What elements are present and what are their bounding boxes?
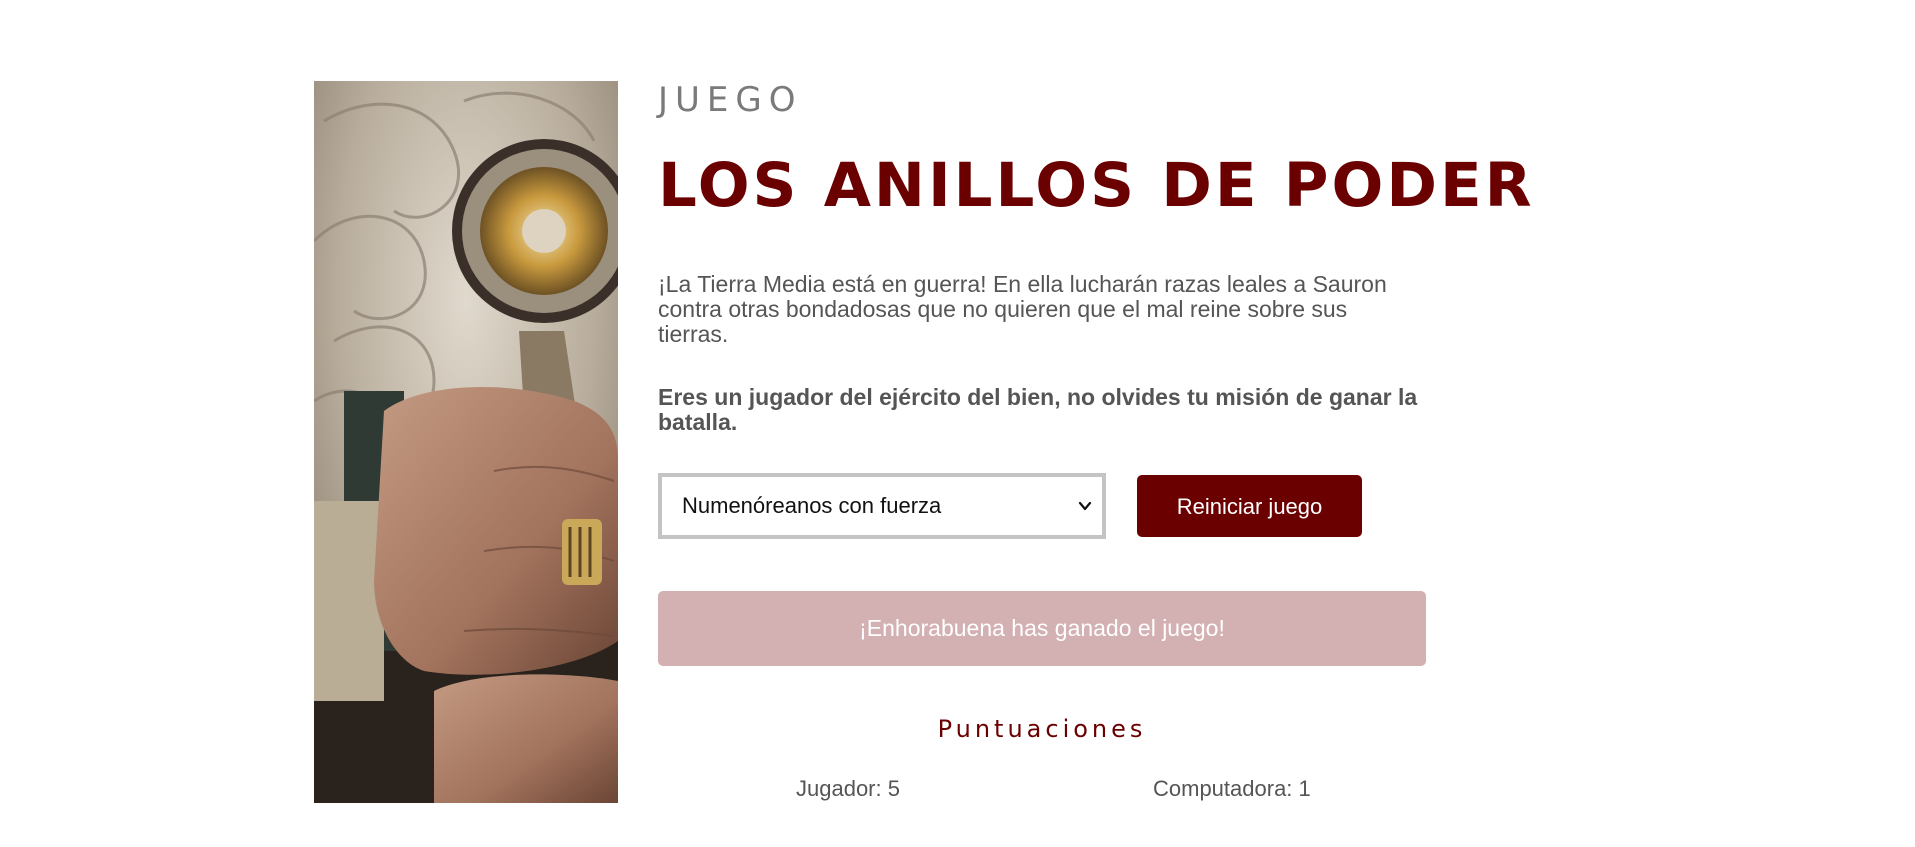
intro-text: ¡La Tierra Media está en guerra! En ella… (658, 271, 1387, 347)
hero-image (314, 81, 618, 803)
main-content: JUEGO LOS ANILLOS DE PODER ¡La Tierra Me… (658, 78, 1535, 806)
page-title: LOS ANILLOS DE PODER (658, 150, 1535, 221)
scores-row: Jugador: 5 Computadora: 1 (658, 776, 1426, 806)
race-select[interactable]: Numenóreanos con fuerza (658, 473, 1106, 539)
sword-hand-ring-illustration (314, 81, 618, 803)
result-alert: ¡Enhorabuena has ganado el juego! (658, 591, 1426, 666)
scores-title: Puntuaciones (937, 715, 1147, 743)
chevron-down-icon (1078, 501, 1092, 511)
player-score: Jugador: 5 (796, 776, 900, 801)
race-select-value: Numenóreanos con fuerza (682, 493, 942, 518)
computer-score: Computadora: 1 (1153, 776, 1311, 801)
mission-text: Eres un jugador del ejército del bien, n… (658, 384, 1418, 435)
game-controls: Numenóreanos con fuerza Reiniciar juego (658, 473, 1428, 539)
reset-game-button[interactable]: Reiniciar juego (1137, 475, 1362, 537)
game-page: JUEGO LOS ANILLOS DE PODER ¡La Tierra Me… (0, 0, 1915, 847)
page-eyebrow: JUEGO (658, 80, 803, 120)
